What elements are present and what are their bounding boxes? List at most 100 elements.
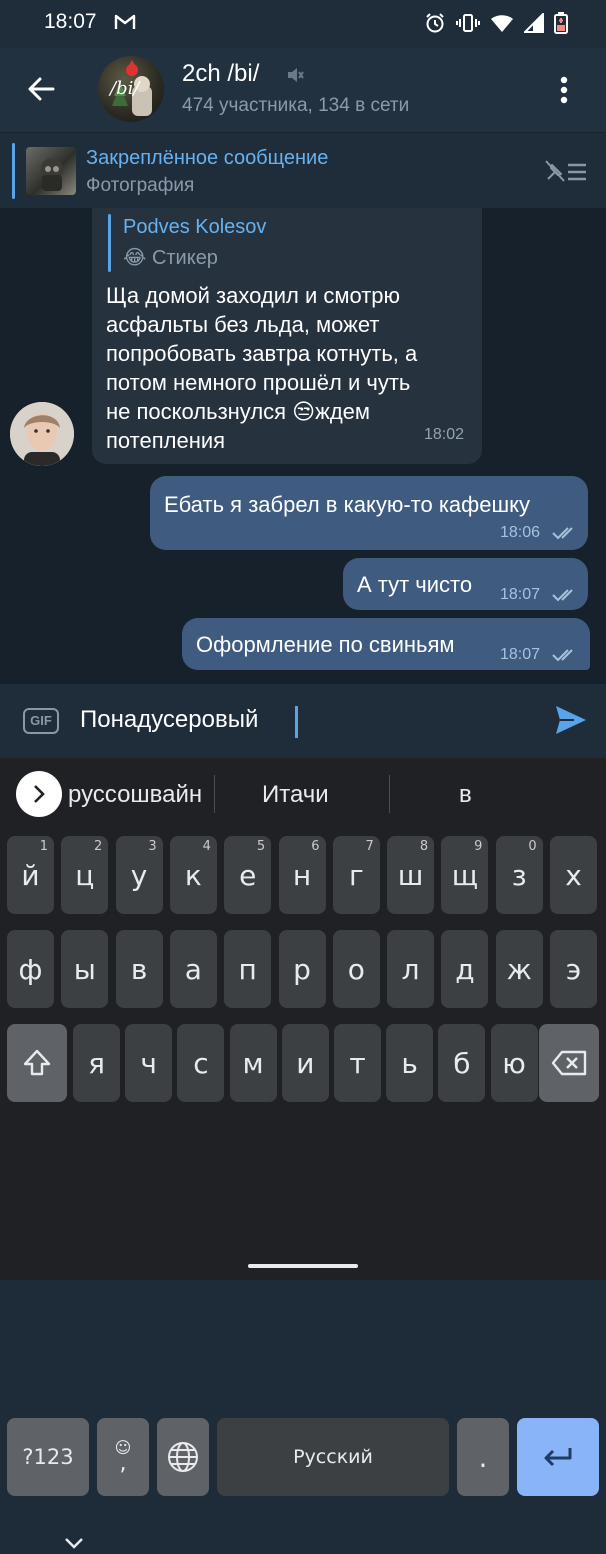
gif-button[interactable]: GIF [23,708,59,734]
key[interactable]: щ9 [441,836,489,914]
key[interactable]: о [332,930,380,1008]
key[interactable]: ч [125,1024,173,1102]
key[interactable]: е5 [224,836,272,914]
key-label: с [193,1046,209,1080]
key-label: ь [401,1046,418,1080]
key-label: ж [506,952,532,986]
key-label: в [130,952,148,986]
pinned-list-icon[interactable] [544,159,588,190]
key[interactable]: ю [490,1024,538,1102]
key-label: я [88,1046,105,1080]
back-arrow-icon[interactable] [26,74,56,109]
key[interactable]: з0 [495,836,543,914]
enter-key[interactable] [517,1418,599,1496]
key[interactable]: л [387,930,435,1008]
key[interactable]: б [438,1024,486,1102]
vibrate-icon [456,12,480,39]
key[interactable]: к4 [169,836,217,914]
backspace-key[interactable] [539,1024,599,1102]
key[interactable]: т [334,1024,381,1102]
expand-suggestions-button[interactable] [16,771,62,817]
key[interactable]: р [278,930,326,1008]
suggestion-item[interactable]: в [459,781,472,809]
key[interactable]: ц2 [61,836,109,914]
message-line: не поскользнулся 😒ждем [106,399,371,424]
message-list[interactable]: Podves Kolesov 😂 Стикер Ща домой заходил… [0,208,606,684]
key-label: к [184,858,202,892]
send-icon[interactable] [554,704,588,741]
more-menu-icon[interactable] [560,76,568,109]
key[interactable]: и [281,1024,329,1102]
chat-subtitle: 474 участника, 134 в сети [182,95,410,116]
key[interactable]: ж [495,930,543,1008]
message-line: потом немного прошёл и чуть [106,370,411,395]
reply-author[interactable]: Podves Kolesov [123,216,266,239]
period-key[interactable]: . [457,1418,509,1496]
key[interactable]: ь [386,1024,434,1102]
key-label: б [453,1046,471,1080]
key[interactable]: г7 [332,836,380,914]
outgoing-message[interactable]: А тут чисто 18:07 [343,558,588,610]
key-hint: 2 [94,839,103,854]
battery-icon [554,12,568,39]
key-label: у [130,858,148,892]
key-label: э [565,952,582,986]
language-key[interactable] [157,1418,209,1496]
sender-avatar[interactable] [10,402,74,466]
symbols-key[interactable]: ?123 [7,1418,89,1496]
key[interactable]: м [229,1024,277,1102]
key-hint: 7 [365,839,374,854]
key[interactable]: а [169,930,217,1008]
incoming-message[interactable]: Podves Kolesov 😂 Стикер Ща домой заходил… [92,208,482,464]
key[interactable]: ф [7,930,54,1008]
hide-keyboard-icon[interactable] [64,1536,84,1554]
key[interactable]: н6 [278,836,326,914]
pinned-subtitle: Фотография [86,175,195,196]
reply-text: Стикер [151,247,218,269]
globe-icon [168,1442,198,1472]
key[interactable]: п [224,930,272,1008]
outgoing-message[interactable]: Ебать я забрел в какую-то кафешку 18:06 [150,476,588,550]
pinned-message-bar[interactable]: Закреплённое сообщение Фотография [0,132,606,209]
key[interactable]: в [115,930,163,1008]
suggestion-divider [214,775,215,813]
key-label: ч [140,1046,157,1080]
comma-key[interactable]: ☺ , [97,1418,149,1496]
message-time: 18:06 [500,524,541,541]
key[interactable]: й1 [7,836,54,914]
outgoing-message[interactable]: Оформление по свиньям 18:07 [182,618,590,670]
message-line: асфальты без льда, может [106,312,380,337]
message-line: попробовать завтра котнуть, а [106,341,418,366]
key[interactable]: я [73,1024,120,1102]
key-label: щ [451,858,479,892]
suggestion-item[interactable]: руссошвайн [68,781,202,809]
key-label: р [293,952,311,986]
pinned-thumbnail [26,147,76,195]
wifi-icon [490,13,514,38]
shift-key[interactable] [7,1024,67,1102]
key-label: г [348,858,364,892]
backspace-icon [551,1050,587,1076]
key-hint: 0 [528,839,537,854]
group-avatar[interactable]: /bi/ [98,56,164,122]
key[interactable]: с [177,1024,225,1102]
key[interactable]: д [441,930,489,1008]
key-hint: 3 [148,839,157,854]
gmail-icon [114,12,136,37]
status-bar: 18:07 [0,0,606,48]
key[interactable]: у3 [115,836,163,914]
navigation-handle[interactable] [248,1264,358,1268]
key[interactable]: ш8 [387,836,435,914]
key-label: ш [397,858,424,892]
key[interactable]: х [550,836,597,914]
key[interactable]: э [550,930,597,1008]
message-time: 18:07 [500,586,541,603]
reply-emoji: 😂 [123,247,147,269]
suggestion-item[interactable]: Итачи [262,781,329,809]
chat-title[interactable]: 2ch /bi/ [182,60,259,88]
space-key[interactable]: Русский [217,1418,449,1496]
message-text: Ебать я забрел в какую-то кафешку [164,492,531,517]
key-label: н [292,858,312,892]
message-input[interactable]: Понадусеровый [80,706,258,734]
key[interactable]: ы [61,930,109,1008]
